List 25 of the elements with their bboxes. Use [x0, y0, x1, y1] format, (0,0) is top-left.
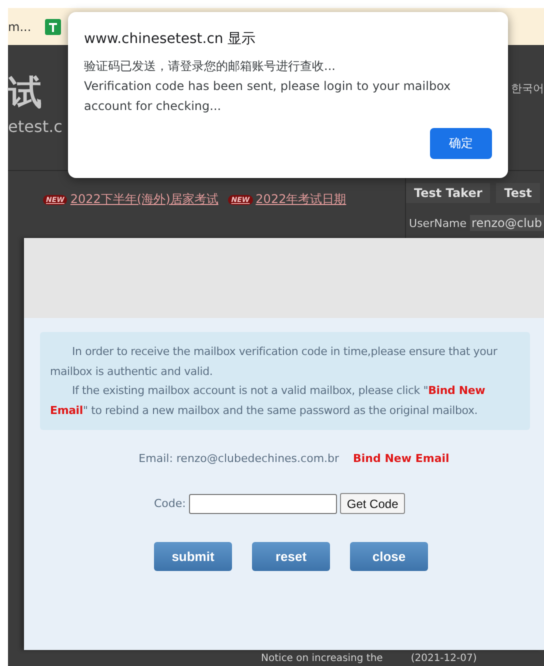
code-input-field[interactable] — [188, 494, 337, 514]
alert-title: www.chinesetest.cn 显示 — [84, 30, 257, 48]
alert-message: Verification code has been sent, please login to your mailbox account for checking... — [84, 78, 452, 115]
notice-date: (2021-12-07) — [410, 653, 477, 666]
language-link[interactable]: 한국어 — [511, 81, 544, 96]
notice-link[interactable]: Notice on increasing the — [261, 653, 383, 666]
login-tab[interactable]: Test Taker — [406, 183, 490, 203]
login-tab[interactable]: Test — [496, 183, 540, 203]
email-text: Email: renzo@clubedechines.com.br — [138, 452, 340, 465]
bookmark-item[interactable]: m... — [8, 20, 32, 34]
username-field[interactable]: renzo@club — [470, 215, 544, 231]
info-paragraph: In order to receive the mailbox verification code in time,please ensure that your mailbox is authentic and valid. — [50, 344, 498, 380]
action-button[interactable]: submit — [154, 542, 232, 571]
username-label: UserName — [409, 216, 467, 230]
ok-button[interactable]: 确定 — [430, 128, 492, 159]
bookmark-icon[interactable] — [45, 18, 62, 34]
site-logo-text: 试 — [8, 73, 44, 113]
alert-message: 验证码已发送，请登录您的邮箱账号进行查收... — [84, 58, 336, 75]
get-code-button[interactable]: Get Code — [340, 493, 406, 514]
site-domain: etest.c — [8, 116, 62, 138]
info-paragraph: If the existing mailbox account is not a valid mailbox, please click "Bind New Email" to rebind a new mailbox and the same password as the original mailbox. — [50, 383, 486, 418]
action-button[interactable]: reset — [252, 542, 330, 571]
bind-new-email-link[interactable]: Bind New Email — [353, 452, 450, 465]
action-button[interactable]: close — [350, 542, 428, 571]
code-label: Code: — [154, 497, 186, 510]
